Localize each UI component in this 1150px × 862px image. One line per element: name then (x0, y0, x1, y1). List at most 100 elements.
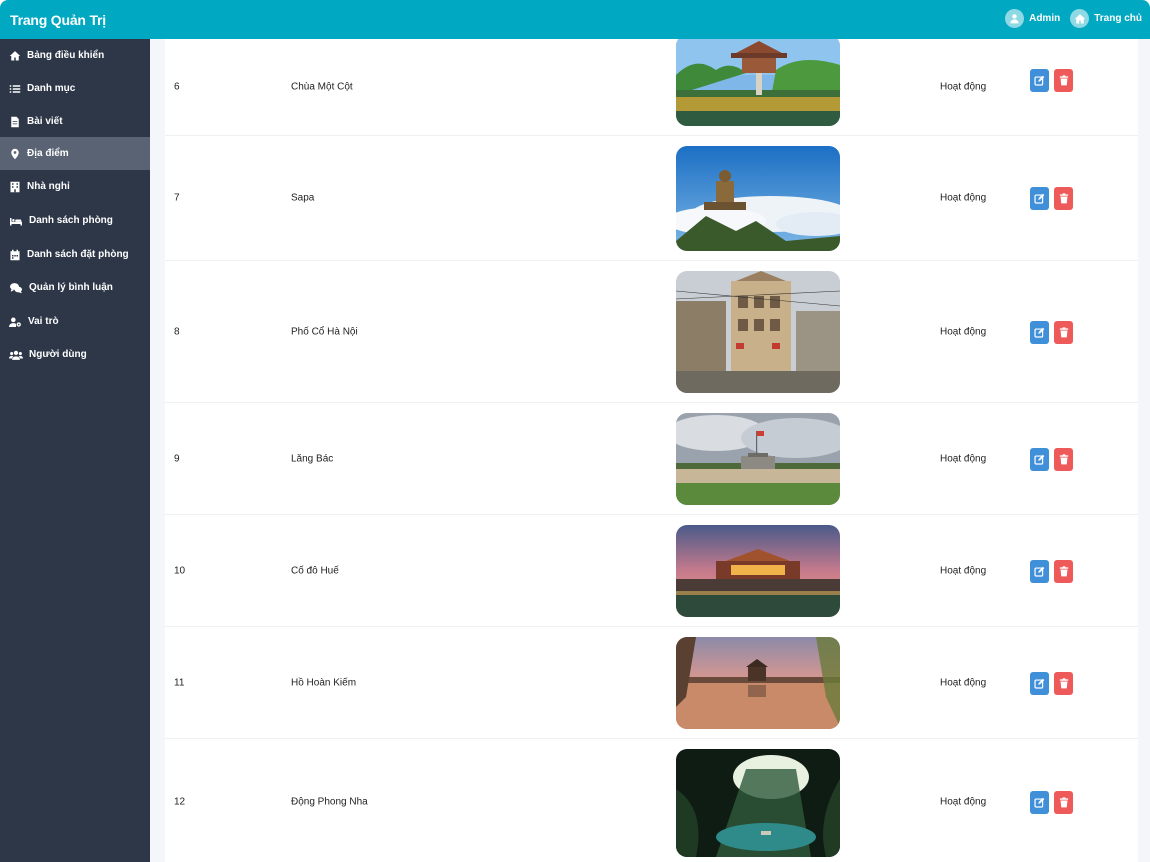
edit-icon (1034, 566, 1045, 577)
sidebar-item-roles[interactable]: Vai trò (0, 305, 150, 338)
row-id: 12 (174, 796, 186, 808)
row-status: Hoạt động (940, 677, 987, 688)
sidebar-item-locations[interactable]: Địa điểm (0, 137, 150, 170)
edit-icon (1034, 327, 1045, 338)
edit-icon (1034, 454, 1045, 465)
list-icon (9, 84, 21, 93)
table-row: 10 Cố đô Huế Hoạt động (165, 515, 1138, 627)
file-icon (11, 116, 19, 127)
sidebar-item-label: Bài viết (27, 116, 63, 127)
trash-icon (1059, 327, 1068, 338)
building-icon (10, 181, 20, 192)
row-status: Hoạt động (940, 192, 987, 204)
admin-user-link[interactable]: Admin (1005, 9, 1060, 28)
row-id: 6 (174, 81, 180, 93)
users-icon (9, 350, 23, 360)
row-id: 7 (174, 192, 180, 204)
row-name: Động Phong Nha (291, 796, 368, 808)
trash-icon (1059, 566, 1068, 577)
user-cog-icon (9, 317, 21, 327)
row-status: Hoạt động (940, 453, 987, 464)
location-thumbnail (676, 749, 840, 857)
table-row: 6 Chùa Một Cột Hoạt động (165, 39, 1138, 136)
delete-button[interactable] (1054, 791, 1073, 814)
map-pin-icon (11, 148, 19, 159)
delete-button[interactable] (1054, 448, 1073, 471)
edit-button[interactable] (1030, 187, 1049, 210)
trash-icon (1059, 454, 1068, 465)
trash-icon (1059, 797, 1068, 808)
brand-title[interactable]: Trang Quản Trị (10, 12, 106, 28)
home-icon (1070, 9, 1090, 28)
row-status: Hoạt động (940, 326, 987, 337)
sidebar-item-rooms[interactable]: Danh sách phòng (0, 204, 150, 237)
location-thumbnail (676, 146, 840, 251)
sidebar-item-label: Người dùng (29, 349, 87, 360)
location-thumbnail (676, 39, 840, 126)
sidebar-item-comments[interactable]: Quản lý bình luận (0, 271, 150, 304)
calendar-icon (10, 249, 20, 260)
locations-table: 6 Chùa Một Cột Hoạt động 7 Sapa Hoạt độn… (165, 39, 1138, 862)
location-thumbnail (676, 413, 840, 505)
top-navbar: Trang Quản Trị Admin Trang chủ (0, 0, 1150, 39)
sidebar-item-label: Quản lý bình luận (29, 282, 113, 293)
edit-button[interactable] (1030, 672, 1049, 695)
sidebar-item-users[interactable]: Người dùng (0, 338, 150, 371)
row-name: Phố Cổ Hà Nội (291, 326, 358, 337)
sidebar: Bảng điều khiển Danh mục Bài viết Địa đi… (0, 39, 150, 862)
sidebar-item-label: Bảng điều khiển (27, 50, 105, 61)
row-status: Hoạt động (940, 565, 987, 576)
home-icon (9, 50, 21, 60)
bed-icon (10, 217, 22, 225)
table-row: 8 Phố Cổ Hà Nội Hoạt động (165, 261, 1138, 403)
sidebar-item-posts[interactable]: Bài viết (0, 105, 150, 138)
edit-button[interactable] (1030, 448, 1049, 471)
trash-icon (1059, 678, 1068, 689)
table-row: 7 Sapa Hoạt động (165, 136, 1138, 261)
sidebar-item-label: Nhà nghỉ (27, 181, 70, 192)
delete-button[interactable] (1054, 321, 1073, 344)
sidebar-item-bookings[interactable]: Danh sách đặt phòng (0, 238, 150, 271)
edit-icon (1034, 193, 1045, 204)
user-icon (1005, 9, 1025, 28)
row-name: Chùa Một Cột (291, 81, 353, 93)
edit-button[interactable] (1030, 560, 1049, 583)
delete-button[interactable] (1054, 187, 1073, 210)
row-id: 8 (174, 326, 180, 337)
sidebar-item-categories[interactable]: Danh mục (0, 72, 150, 105)
edit-button[interactable] (1030, 69, 1049, 92)
edit-icon (1034, 678, 1045, 689)
sidebar-item-dashboard[interactable]: Bảng điều khiển (0, 39, 150, 72)
home-link[interactable]: Trang chủ (1070, 9, 1142, 28)
row-id: 9 (174, 453, 180, 464)
home-label: Trang chủ (1094, 13, 1142, 24)
edit-button[interactable] (1030, 321, 1049, 344)
edit-button[interactable] (1030, 791, 1049, 814)
edit-icon (1034, 75, 1045, 86)
table-row: 11 Hồ Hoàn Kiếm Hoạt động (165, 627, 1138, 739)
location-thumbnail (676, 637, 840, 729)
row-name: Cố đô Huế (291, 565, 339, 576)
delete-button[interactable] (1054, 672, 1073, 695)
row-name: Lăng Bác (291, 453, 334, 464)
location-thumbnail (676, 525, 840, 617)
delete-button[interactable] (1054, 69, 1073, 92)
top-right-links: Admin Trang chủ (1005, 9, 1142, 28)
admin-label: Admin (1029, 13, 1061, 24)
row-name: Hồ Hoàn Kiếm (291, 677, 357, 688)
row-name: Sapa (291, 192, 315, 204)
edit-icon (1034, 797, 1045, 808)
row-status: Hoạt động (940, 796, 987, 808)
sidebar-item-label: Danh sách đặt phòng (27, 249, 129, 260)
table-row: 9 Lăng Bác Hoạt động (165, 403, 1138, 515)
sidebar-item-guesthouses[interactable]: Nhà nghỉ (0, 170, 150, 203)
row-status: Hoạt động (940, 81, 987, 93)
sidebar-item-label: Danh sách phòng (29, 215, 113, 226)
delete-button[interactable] (1054, 560, 1073, 583)
trash-icon (1059, 193, 1068, 204)
sidebar-item-label: Danh mục (27, 83, 76, 94)
location-thumbnail (676, 271, 840, 393)
main-content: 6 Chùa Một Cột Hoạt động 7 Sapa Hoạt độn… (150, 39, 1150, 862)
comments-icon (10, 282, 22, 293)
trash-icon (1059, 75, 1068, 86)
